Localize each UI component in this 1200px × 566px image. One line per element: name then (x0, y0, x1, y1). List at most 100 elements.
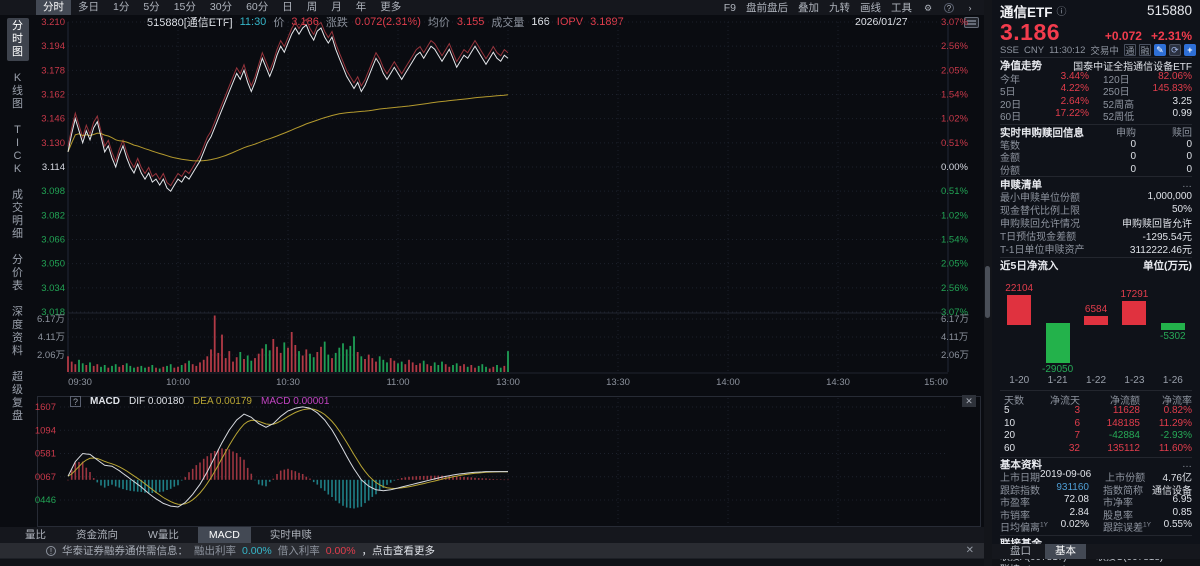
flow-table-cell: 60 (1004, 443, 1034, 454)
badge-通: 通 (1124, 44, 1136, 56)
flow-bar (1161, 323, 1185, 330)
vol-axis-label: 2.06万 (941, 350, 969, 361)
indicator-tab-量比[interactable]: 量比 (14, 527, 57, 543)
chevron-right-icon[interactable]: › (964, 2, 976, 14)
tool-工具[interactable]: 工具 (891, 0, 912, 15)
nav-label: 52周低 (1103, 108, 1134, 123)
flow-table-cell: 11.29% (1140, 418, 1192, 429)
rt-redeem-value: 0 (1136, 151, 1192, 162)
sidebar-item-成交明细[interactable]: 成 交 明 细 (7, 187, 29, 243)
period-tab-周[interactable]: 周 (300, 0, 325, 15)
period-tab-更多[interactable]: 更多 (373, 0, 408, 15)
flow-bar (1007, 295, 1031, 325)
nav-label: 60日 (1000, 108, 1021, 123)
tool-F9[interactable]: F9 (724, 2, 736, 14)
flow-bar-column: 6584 (1077, 273, 1115, 375)
flow-section-title: 近5日净流入 (1000, 258, 1058, 273)
notice-more-link[interactable]: ，点击查看更多 (362, 543, 436, 558)
indicator-tab-资金流向[interactable]: 资金流向 (65, 527, 129, 543)
intraday-chart[interactable]: 3.2103.1943.1783.1623.1463.1303.1143.098… (35, 15, 984, 393)
macd-chart[interactable]: 0.016070.010940.005810.00067-0.00446 (35, 393, 984, 527)
pencil-icon[interactable]: ✎ (1154, 44, 1166, 56)
sidebar-item-TICK[interactable]: T I C K (7, 122, 29, 178)
price-axis-label: 3.098 (41, 186, 65, 197)
period-tab-15分[interactable]: 15分 (167, 0, 203, 15)
notice-close-icon[interactable]: ✕ (966, 545, 974, 556)
panel-change: +0.072+2.31% (1105, 29, 1192, 43)
help-icon[interactable]: ? (70, 396, 81, 407)
vol-axis-label: 2.06万 (37, 350, 65, 361)
period-tab-5分[interactable]: 5分 (136, 0, 166, 15)
pct-axis-label: 2.56% (941, 283, 968, 294)
macd-close-icon[interactable]: ✕ (962, 395, 976, 407)
price-axis-label: 3.130 (41, 138, 65, 149)
vol-axis-label: 6.17万 (941, 314, 969, 325)
help-circle-icon[interactable]: ? (944, 3, 954, 13)
flow-table-cell: -2.93% (1140, 430, 1192, 441)
flow-bar-value: 22104 (1000, 283, 1038, 294)
time-axis-label: 15:00 (924, 377, 948, 388)
pct-axis-label: 2.05% (941, 259, 968, 270)
badge-融: 融 (1139, 44, 1151, 56)
indicator-tab-W量比[interactable]: W量比 (137, 527, 190, 543)
notice-bar[interactable]: ! 华泰证券融券通供需信息： 融出利率 0.00% 借入利率 0.00% ，点击… (0, 543, 984, 558)
panel-tab-盘口[interactable]: 盘口 (1000, 544, 1041, 559)
list-value: 1,000,000 (1148, 191, 1193, 202)
period-tab-分时[interactable]: 分时 (36, 0, 71, 15)
period-tab-30分[interactable]: 30分 (203, 0, 239, 15)
flow-table-cell: 7 (1034, 430, 1080, 441)
vol-axis-label: 4.11万 (38, 332, 65, 343)
pct-axis-label: 2.05% (941, 65, 968, 76)
tool-九转[interactable]: 九转 (829, 0, 850, 15)
info-icon[interactable]: ⓘ (1057, 3, 1067, 18)
period-tab-多日[interactable]: 多日 (71, 0, 106, 15)
tool-盘前盘后[interactable]: 盘前盘后 (746, 0, 788, 15)
macd-axis-label: 0.01094 (35, 425, 56, 436)
tool-画线[interactable]: 画线 (860, 0, 881, 15)
period-tab-年[interactable]: 年 (349, 0, 374, 15)
flow-table-cell: 3 (1034, 405, 1080, 416)
flow-table-cell: 11628 (1080, 405, 1140, 416)
flow-table-cell: 148185 (1080, 418, 1140, 429)
period-tab-60分[interactable]: 60分 (239, 0, 275, 15)
indicator-tab-MACD[interactable]: MACD (198, 527, 251, 543)
list-more-icon[interactable]: … (1182, 179, 1192, 190)
flow-table-row: 10614818511.29% (1000, 417, 1192, 430)
exchange: SSE (1000, 45, 1019, 56)
sidebar-item-分时图[interactable]: 分 时 图 (7, 18, 29, 61)
gear-icon[interactable]: ⚙ (922, 2, 934, 14)
flow-bar-column: 17291 (1115, 273, 1153, 375)
flow-bar-column: -5302 (1154, 273, 1192, 375)
plus-icon[interactable]: + (1184, 44, 1196, 56)
panel-scrollbar[interactable] (984, 0, 992, 566)
list-value: 3112222.46元 (1130, 241, 1192, 256)
period-tab-日[interactable]: 日 (275, 0, 300, 15)
sidebar-item-K线图[interactable]: K 线 图 (7, 70, 29, 113)
sidebar-item-分价表[interactable]: 分 价 表 (7, 252, 29, 295)
panel-tab-基本[interactable]: 基本 (1045, 544, 1086, 559)
trade-status: 交易中 (1090, 43, 1119, 57)
scrollbar-thumb[interactable] (985, 266, 990, 318)
linked-fund[interactable]: 联接E(022500) (1000, 561, 1096, 566)
refresh-icon[interactable]: ⟳ (1169, 44, 1181, 56)
macd-axis-labels: 0.016070.010940.005810.00067-0.00446 (35, 402, 56, 506)
basic-value: 0.02% (1061, 519, 1089, 534)
panel-icons: 通融✎⟳+ (1124, 44, 1196, 56)
sidebar-item-超级复盘[interactable]: 超 级 复 盘 (7, 369, 29, 425)
left-sidebar: 分 时 图 K 线 图 T I C K 成 交 明 细分 价 表深 度 资 料超 级 … (0, 15, 35, 527)
macd-axis-label: 0.00067 (35, 472, 56, 483)
app-window: 分时多日1分5分15分30分60分日周月年更多 F9 盘前盘后叠加九转画线工具 ⚙?… (0, 0, 1200, 566)
pct-axis-label: 1.02% (941, 210, 968, 221)
flow-unit: 单位(万元) (1143, 258, 1192, 273)
period-tab-1分[interactable]: 1分 (106, 0, 136, 15)
indicator-tab-实时申赎[interactable]: 实时申赎 (259, 527, 323, 543)
macd-name[interactable]: MACD (90, 396, 120, 407)
rt-redeem-value: 0 (1136, 164, 1192, 175)
vol-axis-label: 6.17万 (37, 314, 65, 325)
period-tab-月[interactable]: 月 (324, 0, 349, 15)
macd-axis-label: -0.00446 (35, 495, 56, 506)
flow-table-row: 603213511211.60% (1000, 442, 1192, 455)
time-axis-label: 11:00 (386, 377, 409, 388)
sidebar-item-深度资料[interactable]: 深 度 资 料 (7, 304, 29, 360)
tool-叠加[interactable]: 叠加 (798, 0, 819, 15)
